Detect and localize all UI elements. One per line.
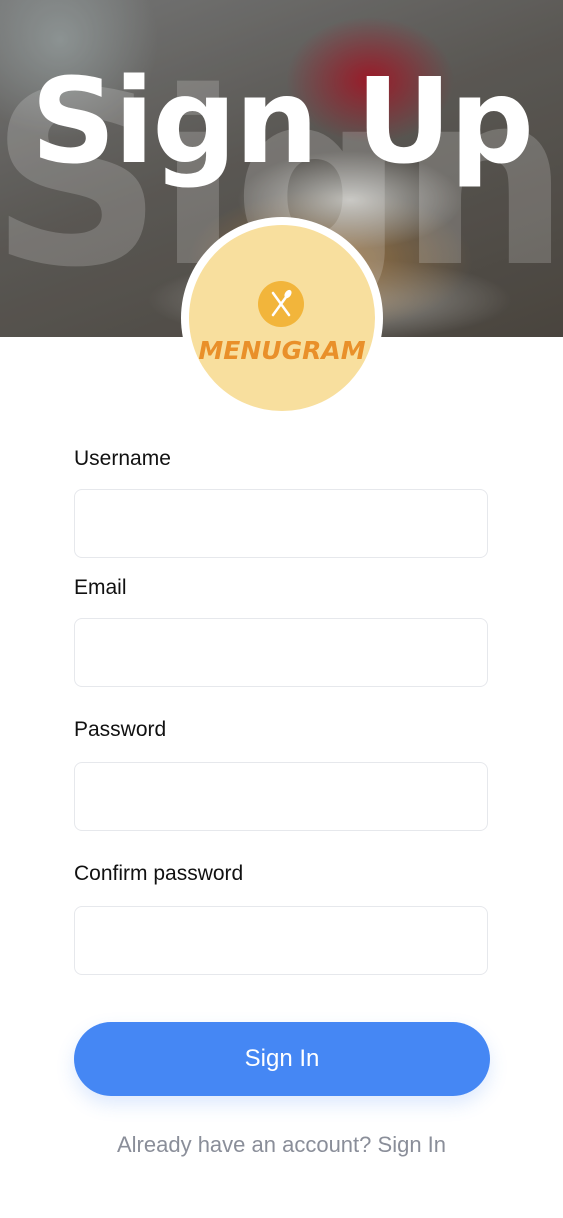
email-label: Email — [74, 576, 127, 599]
brand-logo-text: MENUGRAM — [198, 336, 366, 365]
confirm-password-label: Confirm password — [74, 862, 244, 885]
sign-in-button[interactable]: Sign In — [74, 1022, 490, 1096]
utensils-icon — [271, 289, 292, 317]
logo-badge — [258, 281, 304, 327]
username-input[interactable] — [74, 489, 488, 558]
email-input[interactable] — [74, 618, 488, 687]
footer-prompt-text: Already have an account? — [116, 1132, 372, 1157]
username-label: Username — [74, 447, 171, 470]
footer-signin-prompt: Already have an account? Sign In — [0, 1132, 563, 1158]
footer-sign-in-link[interactable]: Sign In — [378, 1132, 447, 1157]
confirm-password-input[interactable] — [74, 906, 488, 975]
page-title: Sign Up — [30, 52, 534, 190]
password-label: Password — [74, 718, 167, 741]
password-input[interactable] — [74, 762, 488, 831]
